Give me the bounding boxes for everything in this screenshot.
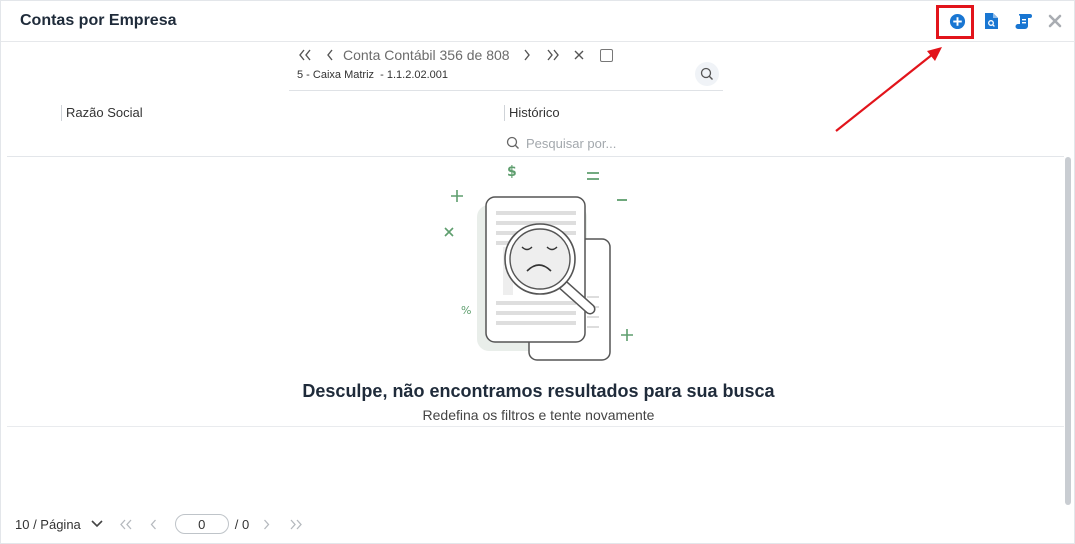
next-record-button[interactable] bbox=[516, 45, 538, 65]
double-chevron-right-icon bbox=[547, 49, 559, 61]
first-page-button[interactable] bbox=[115, 519, 137, 530]
double-chevron-right-icon bbox=[290, 519, 303, 529]
empty-state-subtitle: Redefina os filtros e tente novamente bbox=[422, 407, 655, 423]
close-icon bbox=[574, 50, 584, 60]
page-size-select[interactable]: 10 / Página bbox=[15, 517, 103, 532]
double-chevron-left-icon bbox=[299, 49, 311, 61]
navigator-divider bbox=[289, 90, 723, 91]
highlight-annotation bbox=[936, 5, 974, 39]
record-navigator: Conta Contábil 356 de 808 bbox=[291, 45, 613, 65]
first-record-button[interactable] bbox=[291, 45, 319, 65]
svg-text:$: $ bbox=[507, 164, 517, 180]
chevron-left-icon bbox=[327, 49, 333, 61]
scroll-icon bbox=[1015, 14, 1032, 29]
close-button[interactable] bbox=[1044, 10, 1066, 32]
last-record-button[interactable] bbox=[538, 45, 568, 65]
vertical-scrollbar[interactable] bbox=[1065, 157, 1071, 505]
total-pages: / 0 bbox=[234, 516, 250, 532]
chevron-left-icon bbox=[150, 519, 157, 529]
dialog-title: Contas por Empresa bbox=[20, 12, 177, 29]
chevron-down-icon bbox=[91, 520, 103, 528]
scroll-button[interactable] bbox=[1013, 10, 1035, 32]
pagination: 10 / Página / 0 bbox=[15, 513, 307, 535]
chevron-right-icon bbox=[263, 519, 270, 529]
no-results-illustration: $ % bbox=[444, 164, 633, 361]
table-divider-top bbox=[7, 156, 1064, 157]
navigator-checkbox[interactable] bbox=[599, 48, 613, 62]
close-icon bbox=[1048, 14, 1062, 28]
previous-record-button[interactable] bbox=[319, 45, 341, 65]
empty-state-title: Desculpe, não encontramos resultados par… bbox=[302, 381, 775, 401]
column-header-razao-social[interactable]: Razão Social bbox=[61, 105, 143, 121]
double-chevron-left-icon bbox=[119, 519, 132, 529]
current-record: 5 - Caixa Matriz - 1.1.2.02.001 bbox=[297, 69, 449, 81]
svg-text:%: % bbox=[461, 304, 471, 317]
column-search bbox=[506, 133, 806, 153]
next-page-button[interactable] bbox=[255, 519, 277, 530]
current-page-input[interactable] bbox=[174, 514, 229, 534]
dialog-window: Contas por Empresa Conta Contábil 356 de… bbox=[0, 0, 1075, 544]
dialog-header: Contas por Empresa bbox=[1, 1, 1075, 42]
record-search-button[interactable] bbox=[695, 62, 719, 86]
previous-page-button[interactable] bbox=[143, 519, 165, 530]
search-icon bbox=[700, 67, 713, 80]
page-size-label: 10 / Página bbox=[15, 516, 81, 532]
document-search-button[interactable] bbox=[980, 10, 1002, 32]
table-divider-bottom bbox=[7, 426, 1064, 427]
column-search-input[interactable] bbox=[526, 135, 786, 151]
annotation-arrow bbox=[835, 47, 942, 132]
column-header-historico[interactable]: Histórico bbox=[504, 105, 560, 121]
search-icon bbox=[506, 136, 519, 149]
chevron-right-icon bbox=[524, 49, 530, 61]
clear-record-button[interactable] bbox=[568, 45, 590, 65]
last-page-button[interactable] bbox=[285, 519, 307, 530]
navigator-label: Conta Contábil 356 de 808 bbox=[343, 47, 510, 63]
document-search-icon bbox=[984, 13, 998, 29]
